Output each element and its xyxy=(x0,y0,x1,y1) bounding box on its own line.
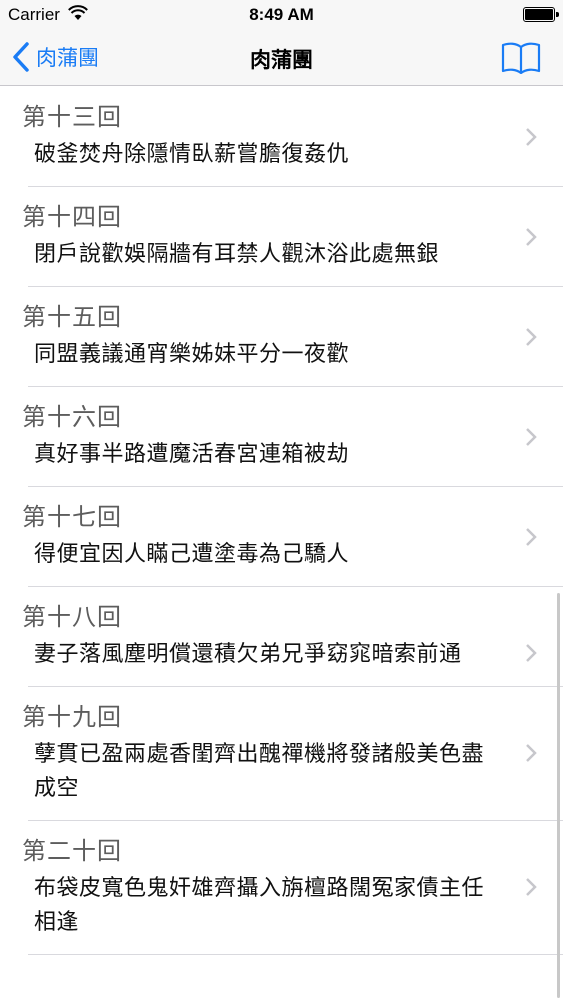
chevron-right-icon xyxy=(526,328,537,346)
chapter-number: 第十四回 xyxy=(22,203,122,231)
navigation-bar: 肉蒲團 肉蒲團 xyxy=(0,30,563,86)
chapter-title: 同盟義議通宵樂姊妹平分一夜歡 xyxy=(34,342,350,367)
book-icon[interactable] xyxy=(501,40,541,74)
chevron-right-icon xyxy=(526,644,537,662)
list-item[interactable]: 第十九回 孽貫已盈兩處香閨齊出醜禪機將發諸般美色盡成空 xyxy=(22,687,563,821)
list-item[interactable]: 第十七回 得便宜因人瞞己遭塗毒為己驕人 xyxy=(22,487,563,587)
chapter-number: 第二十回 xyxy=(22,837,122,865)
chevron-right-icon xyxy=(526,528,537,546)
chapter-title: 孽貫已盈兩處香閨齊出醜禪機將發諸般美色盡成空 xyxy=(34,742,485,801)
chevron-right-icon xyxy=(526,878,537,896)
chapter-title: 得便宜因人瞞己遭塗毒為己驕人 xyxy=(34,542,350,567)
status-bar: Carrier 8:49 AM xyxy=(0,0,563,30)
scrollbar[interactable] xyxy=(557,593,560,998)
chevron-right-icon xyxy=(526,744,537,762)
chapter-number: 第十八回 xyxy=(22,603,122,631)
chevron-right-icon xyxy=(526,228,537,246)
chapter-title: 破釜焚舟除隱情臥薪嘗膽復姦仇 xyxy=(34,142,350,167)
list-item[interactable]: 第十五回 同盟義議通宵樂姊妹平分一夜歡 xyxy=(22,287,563,387)
battery-icon xyxy=(523,7,559,22)
clock: 8:49 AM xyxy=(249,5,314,24)
page-title: 肉蒲團 xyxy=(250,48,313,72)
chapter-title: 真好事半路遭魔活春宮連箱被劫 xyxy=(34,442,350,467)
chapter-number: 第十五回 xyxy=(22,303,122,331)
chevron-right-icon xyxy=(526,128,537,146)
chapter-number: 第十六回 xyxy=(22,403,122,431)
list-item[interactable]: 第二十回 布袋皮寬色鬼奸雄齊攝入旃檀路闊冤家債主任相逢 xyxy=(22,821,563,955)
chevron-right-icon xyxy=(526,428,537,446)
chapter-list: 第十三回 破釜焚舟除隱情臥薪嘗膽復姦仇 第十四回 閉戶說歡娛隔牆有耳禁人觀沐浴此… xyxy=(0,87,563,955)
chapter-number: 第十三回 xyxy=(22,103,122,131)
chapter-number: 第十九回 xyxy=(22,703,122,731)
list-item[interactable]: 第十八回 妻子落風塵明償還積欠弟兄爭窈窕暗索前通 xyxy=(22,587,563,687)
list-item[interactable]: 第十三回 破釜焚舟除隱情臥薪嘗膽復姦仇 xyxy=(22,87,563,187)
list-item[interactable]: 第十四回 閉戶說歡娛隔牆有耳禁人觀沐浴此處無銀 xyxy=(22,187,563,287)
list-item[interactable]: 第十六回 真好事半路遭魔活春宮連箱被劫 xyxy=(22,387,563,487)
chapter-title: 閉戶說歡娛隔牆有耳禁人觀沐浴此處無銀 xyxy=(34,242,440,267)
chapter-number: 第十七回 xyxy=(22,503,122,531)
chapter-title: 布袋皮寬色鬼奸雄齊攝入旃檀路闊冤家債主任相逢 xyxy=(34,876,485,935)
chapter-title: 妻子落風塵明償還積欠弟兄爭窈窕暗索前通 xyxy=(34,642,462,667)
